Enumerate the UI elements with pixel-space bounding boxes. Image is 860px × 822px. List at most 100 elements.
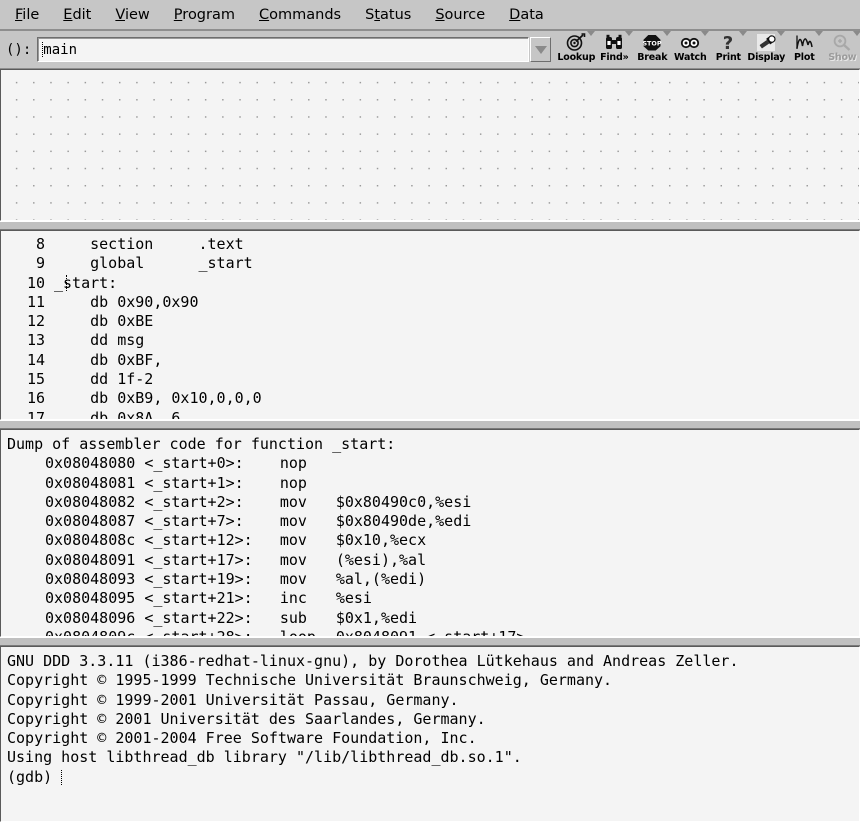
- source-line[interactable]: 13 dd msg: [1, 331, 859, 350]
- source-line[interactable]: 12 db 0xBE: [1, 312, 859, 331]
- break-button[interactable]: STOP Break: [633, 31, 672, 63]
- menu-data[interactable]: Data: [500, 5, 553, 25]
- disassembly-indent: [7, 609, 45, 628]
- chevron-down-icon[interactable]: [739, 31, 748, 36]
- menu-status[interactable]: Status: [356, 5, 420, 25]
- disassembly-row[interactable]: 0x0804809c <_start+28>: loop 0x8048091 <_…: [1, 627, 859, 637]
- chevron-down-icon[interactable]: [701, 31, 710, 36]
- chevron-down-icon[interactable]: [625, 31, 634, 36]
- disassembly-mnemonic: loop: [279, 627, 316, 637]
- print-button[interactable]: ? Print: [709, 31, 748, 63]
- source-line-number: 9: [35, 254, 45, 273]
- watch-button[interactable]: Watch: [671, 31, 710, 63]
- display-button[interactable]: Display: [747, 31, 785, 63]
- disassembly-row[interactable]: 0x08048087 <_start+7>: mov $0x80490de,%ed…: [1, 512, 859, 531]
- svg-text:?: ?: [723, 33, 733, 52]
- disassembly-row[interactable]: 0x08048080 <_start+0>: nop: [1, 454, 859, 473]
- menu-file[interactable]: File: [6, 5, 48, 25]
- disassembly-symbol: <_start+12>:: [144, 531, 253, 550]
- disassembly-symbol: <_start+19>:: [144, 570, 253, 589]
- disassembly-row[interactable]: 0x08048082 <_start+2>: mov $0x80490c0,%es…: [1, 493, 859, 512]
- sash-source-asm[interactable]: [0, 420, 860, 429]
- menu-source[interactable]: Source: [426, 5, 494, 25]
- source-line-text: global _start: [54, 254, 253, 273]
- disassembly-indent: [7, 551, 45, 570]
- disassembly-indent: [7, 531, 45, 550]
- source-line[interactable]: 17 db 0x8A, 6: [1, 409, 859, 419]
- disassembly-symbol: <_start+28>:: [144, 627, 253, 637]
- disassembly-mnemonic: nop: [279, 473, 307, 492]
- source-line[interactable]: 16 db 0xB9, 0x10,0,0,0: [1, 389, 859, 408]
- disassembly-row[interactable]: 0x0804808c <_start+12>: mov $0x10,%ecx: [1, 531, 859, 550]
- show-button[interactable]: Show: [823, 31, 860, 63]
- disassembly-row[interactable]: 0x08048091 <_start+17>: mov (%esi),%al: [1, 551, 859, 570]
- gdb-output-line: Copyright © 1999-2001 Universität Passau…: [7, 690, 459, 709]
- disassembly-row[interactable]: 0x08048095 <_start+21>: inc %esi: [1, 589, 859, 608]
- source-line[interactable]: 15 dd 1f-2: [1, 370, 859, 389]
- menu-commands[interactable]: Commands: [250, 5, 350, 25]
- gdb-output-line: Copyright © 1995-1999 Technische Univers…: [7, 671, 613, 690]
- disassembly-indent: [7, 589, 45, 608]
- source-window[interactable]: 8 section .text 9 global _start 10 _start: 1…: [0, 230, 860, 420]
- disassembly-row[interactable]: 0x08048081 <_start+1>: nop: [1, 474, 859, 493]
- source-line[interactable]: 9 global _start: [1, 254, 859, 273]
- source-line-number: 15: [26, 370, 45, 389]
- gdb-prompt: (gdb): [7, 767, 53, 786]
- find-button[interactable]: Find»: [595, 31, 634, 63]
- machine-code-window[interactable]: Dump of assembler code for function _sta…: [0, 429, 860, 637]
- chevron-down-icon: [534, 45, 547, 54]
- disassembly-symbol: <_start+2>:: [144, 492, 244, 511]
- watch-button-label: Watch: [674, 52, 707, 63]
- disassembly-address: 0x0804808c: [45, 531, 136, 550]
- chevron-down-icon[interactable]: [853, 31, 860, 36]
- disassembly-address: 0x08048093: [45, 570, 136, 589]
- chevron-down-icon[interactable]: [587, 31, 596, 36]
- chevron-down-icon[interactable]: [663, 31, 672, 36]
- menu-edit[interactable]: Edit: [54, 5, 100, 25]
- source-line[interactable]: 11 db 0x90,0x90: [1, 293, 859, 312]
- source-line[interactable]: 10 _start:: [1, 274, 859, 293]
- argument-dropdown-button[interactable]: [530, 37, 552, 62]
- argument-input[interactable]: main: [37, 37, 530, 62]
- source-line-text: db 0xBE: [54, 312, 154, 331]
- find-button-label: Find»: [600, 52, 629, 63]
- source-line[interactable]: 14 db 0xBF,: [1, 351, 859, 370]
- disassembly-operands: $0x10,%ecx: [335, 531, 427, 550]
- disassembly-row[interactable]: 0x08048093 <_start+19>: mov %al,(%edi): [1, 570, 859, 589]
- gdb-prompt-line[interactable]: (gdb): [1, 768, 859, 787]
- gdb-console[interactable]: GNU DDD 3.3.11 (i386-redhat-linux-gnu), …: [0, 646, 860, 822]
- sash-data-source[interactable]: [0, 221, 860, 230]
- chevron-down-icon[interactable]: [815, 31, 824, 36]
- gdb-output-line: Using host libthread_db library "/lib/li…: [7, 748, 522, 767]
- flashlight-icon: [756, 32, 776, 52]
- disassembly-indent: [7, 493, 45, 512]
- disassembly-address: 0x08048082: [45, 492, 136, 511]
- source-line-text: db 0xBF,: [54, 350, 163, 369]
- disassembly-indent: [7, 570, 45, 589]
- disassembly-line-list: 0x08048080 <_start+0>: nop 0x08048081 <_…: [1, 454, 859, 637]
- svg-text:STOP: STOP: [643, 39, 662, 47]
- plot-button[interactable]: Plot: [785, 31, 824, 63]
- sash-asm-gdb[interactable]: [0, 637, 860, 646]
- data-display-window[interactable]: [0, 69, 860, 221]
- gdb-output-line: GNU DDD 3.3.11 (i386-redhat-linux-gnu), …: [7, 652, 739, 670]
- chevron-down-icon[interactable]: [777, 31, 786, 36]
- source-line[interactable]: 8 section .text: [1, 235, 859, 254]
- disassembly-mnemonic: mov: [279, 531, 307, 550]
- menu-view[interactable]: View: [106, 5, 158, 25]
- lookup-button[interactable]: Lookup: [557, 31, 595, 63]
- disassembly-symbol: <_start+1>:: [144, 473, 244, 492]
- disassembly-row[interactable]: 0x08048096 <_start+22>: sub $0x1,%edi: [1, 609, 859, 628]
- disassembly-address: 0x08048091: [45, 550, 136, 569]
- binoculars-icon: [604, 32, 624, 52]
- source-line-number: 8: [35, 235, 45, 253]
- menu-program[interactable]: Program: [165, 5, 244, 25]
- disassembly-operands: $0x80490c0,%esi: [335, 492, 472, 511]
